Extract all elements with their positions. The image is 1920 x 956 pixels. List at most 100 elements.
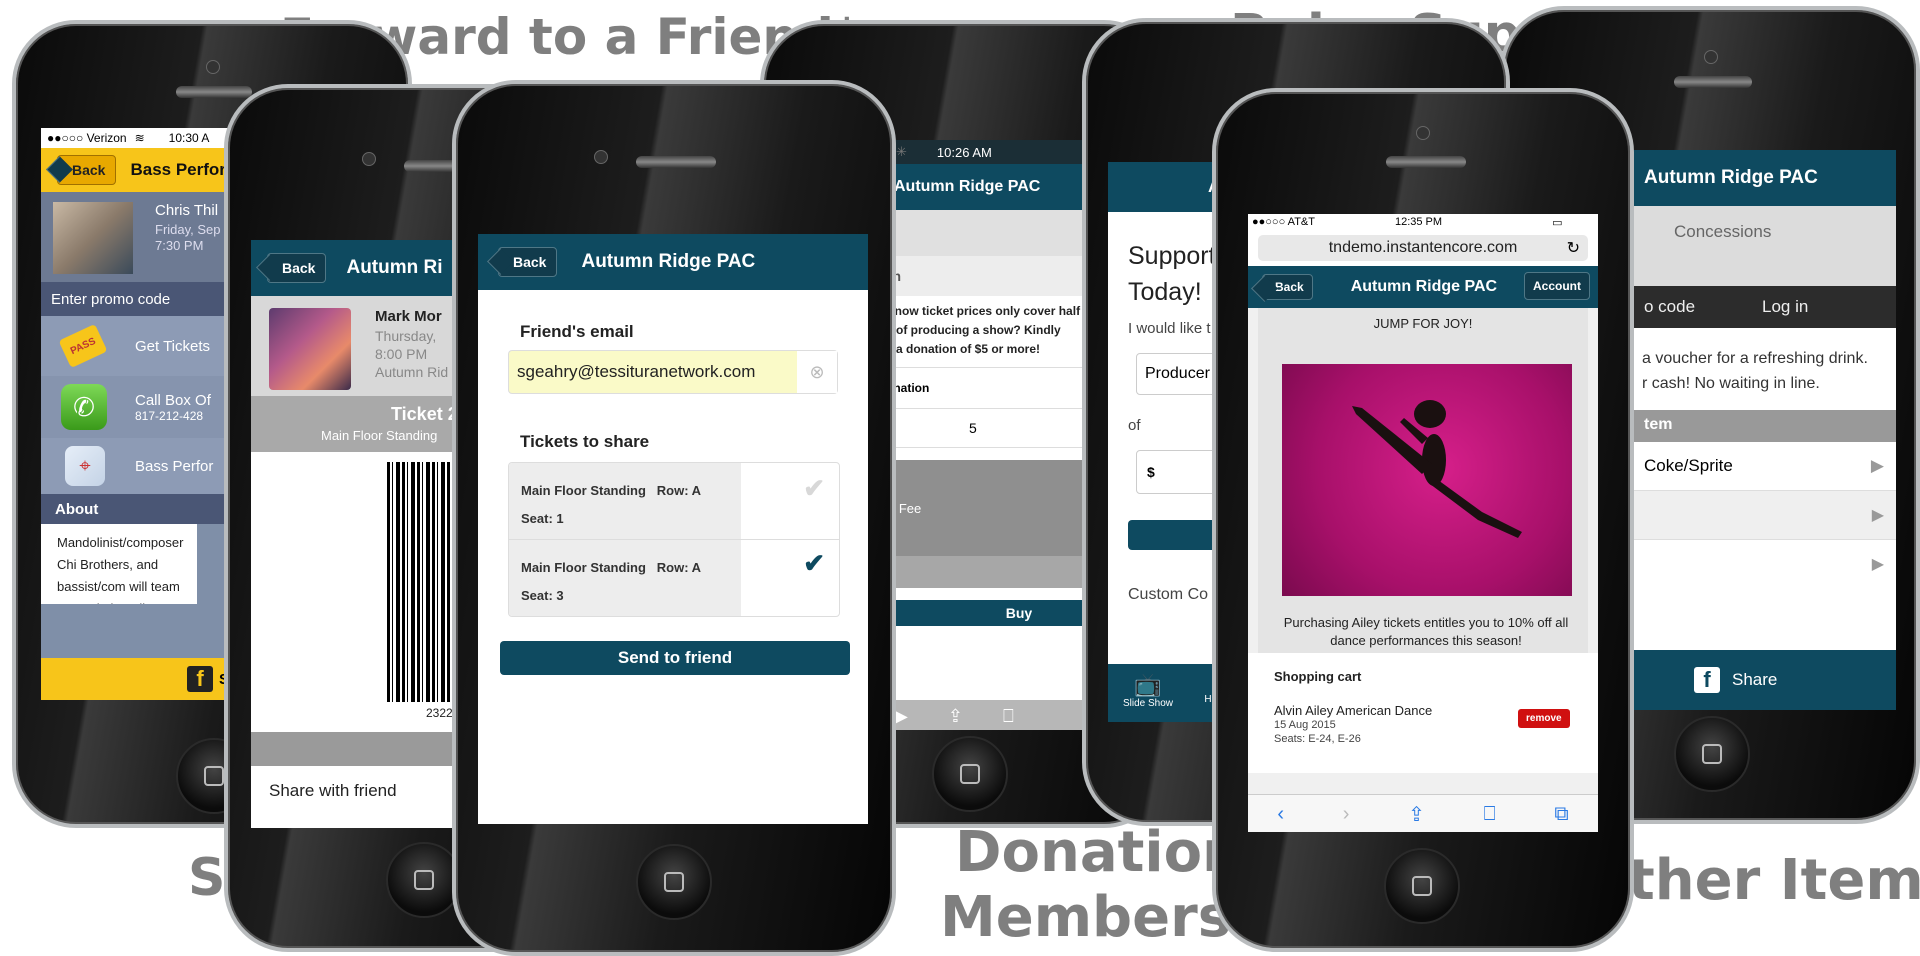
- email-label: Friend's email: [520, 322, 634, 341]
- event-venue: Autumn Rid: [375, 364, 449, 380]
- facebook-icon: f: [187, 666, 213, 692]
- event-name: Mark Mor: [375, 308, 442, 325]
- phone-forward-friend: Back Autumn Ridge PAC Friend's email sge…: [452, 80, 896, 956]
- email-value: sgeahry@tessituranetwork.com: [517, 362, 756, 381]
- tab-slide-show[interactable]: 📺 Slide Show: [1108, 664, 1188, 722]
- barcode-image: [387, 462, 459, 702]
- caption-other-items: ther Items: [1628, 848, 1920, 913]
- wifi-icon: ≋: [134, 131, 145, 145]
- event-name: Chris Thil: [155, 202, 219, 219]
- cart-item-seats: Seats: E-24, E-26: [1274, 733, 1361, 745]
- status-bar: ●●○○○ AT&T 12:35 PM ▭: [1248, 214, 1598, 230]
- ticket-pass-icon: PASS: [58, 323, 108, 369]
- promo-image: [1282, 364, 1572, 596]
- cart-screen: ●●○○○ AT&T 12:35 PM ▭ tndemo.instantenco…: [1248, 214, 1598, 832]
- tab-label: H: [1204, 694, 1212, 705]
- event-nav-title: Bass Perfor: [130, 160, 226, 179]
- barcode-number: 2322: [426, 706, 453, 720]
- ticket-row-line2: Seat: 3: [521, 588, 564, 603]
- tickets-label: Tickets to share: [520, 432, 650, 451]
- remove-button[interactable]: remove: [1518, 709, 1570, 728]
- promo-code-label: Enter promo code: [51, 290, 171, 308]
- event-thumbnail: [269, 308, 351, 390]
- ticket-subtitle: Main Floor Standing: [321, 428, 438, 443]
- menu-item-label: Bass Perfor: [135, 457, 214, 475]
- promo-card: JUMP FOR JOY! Purchasing Ailey tickets e…: [1258, 308, 1588, 653]
- ticket-row-line1: Main Floor Standing Row: A: [521, 483, 702, 498]
- about-header-label: About: [55, 500, 99, 518]
- event-date: Thursday,: [375, 328, 437, 344]
- back-button[interactable]: Back: [57, 155, 117, 185]
- share-with-friend-label: Share with friend: [269, 781, 397, 800]
- bookmarks-icon[interactable]: ⎕: [1484, 803, 1496, 826]
- share-icon[interactable]: ⇪: [948, 706, 963, 727]
- menu-item-label: Get Tickets: [135, 337, 211, 355]
- concessions-desc-line2: r cash! No waiting in line.: [1642, 375, 1820, 392]
- map-icon: ⌖: [65, 446, 105, 486]
- carrier-label: ●●○○○ AT&T: [1252, 216, 1315, 228]
- caption-s-fragment: S: [188, 848, 226, 908]
- account-button[interactable]: Account: [1524, 272, 1590, 300]
- dancer-figure: [1352, 400, 1522, 538]
- back-arrow-icon[interactable]: ‹: [1277, 803, 1284, 826]
- facebook-icon: f: [1694, 667, 1720, 693]
- forward-arrow-icon[interactable]: ▶: [894, 706, 908, 727]
- status-time: 10:26 AM: [936, 144, 992, 160]
- battery-icon: ▭: [1552, 216, 1563, 229]
- menu-item-label: Call Box Of: [135, 391, 211, 409]
- share-icon[interactable]: ⇪: [1408, 802, 1425, 827]
- browser-url-bar[interactable]: tndemo.instantencore.com ↻: [1248, 230, 1598, 266]
- concessions-desc-line1: a voucher for a refreshing drink.: [1642, 350, 1868, 367]
- chevron-right-icon: ▶: [1870, 456, 1884, 475]
- shopping-cart-section: Shopping cart Alvin Ailey American Dance…: [1248, 653, 1598, 773]
- url-text: tndemo.instantencore.com: [1328, 239, 1518, 256]
- loading-icon: ✳: [896, 144, 907, 159]
- ticket-title: Ticket 2: [391, 404, 458, 424]
- ticket-row[interactable]: Main Floor Standing Row: A Seat: 3 ✔: [509, 540, 839, 616]
- checkmark-icon: ✔: [803, 473, 825, 503]
- concessions-title: Autumn Ridge PAC: [1644, 167, 1818, 188]
- cart-header: Shopping cart: [1274, 669, 1362, 684]
- status-time: 10:30 A: [168, 131, 210, 145]
- event-thumbnail: [53, 202, 133, 274]
- forward-arrow-icon[interactable]: ›: [1343, 803, 1350, 826]
- event-time: 8:00 PM: [375, 346, 428, 362]
- friend-email-input[interactable]: sgeahry@tessituranetwork.com ⊗: [508, 350, 838, 394]
- donation-amount-value: 5: [969, 420, 977, 436]
- ticket-nav-title: Autumn Ri: [346, 257, 443, 278]
- carrier-label: ●●○○○ Verizon: [47, 131, 127, 145]
- ticket-row-line2: Seat: 1: [521, 511, 564, 526]
- forward-screen: Back Autumn Ridge PAC Friend's email sge…: [478, 234, 868, 824]
- forward-nav-title: Autumn Ridge PAC: [581, 251, 756, 272]
- status-time: 12:35 PM: [1394, 216, 1443, 228]
- forward-navbar: Back Autumn Ridge PAC: [478, 234, 868, 290]
- reload-icon[interactable]: ↻: [1567, 238, 1580, 258]
- back-button[interactable]: Back: [1262, 274, 1313, 300]
- cart-item-name: Alvin Ailey American Dance: [1274, 703, 1433, 718]
- ticket-list: Main Floor Standing Row: A Seat: 1 ✔ Mai…: [508, 462, 840, 617]
- event-date: Friday, Sep: [155, 222, 221, 237]
- chevron-right-icon: ▶: [1871, 507, 1884, 524]
- back-button[interactable]: Back: [267, 253, 327, 283]
- tabs-icon[interactable]: ⧉: [1554, 803, 1568, 826]
- clear-icon[interactable]: ⊗: [797, 351, 837, 393]
- cart-nav-title: Autumn Ridge PAC: [1350, 278, 1498, 295]
- phone-icon: ✆: [61, 384, 107, 430]
- phone-shopping-cart: ●●○○○ AT&T 12:35 PM ▭ tndemo.instantenco…: [1212, 88, 1634, 952]
- promo-text: Purchasing Ailey tickets entitles you to…: [1283, 615, 1569, 648]
- safari-toolbar: ‹ › ⇪ ⎕ ⧉: [1248, 794, 1598, 832]
- ticket-row[interactable]: Main Floor Standing Row: A Seat: 1 ✔: [509, 463, 839, 540]
- cart-item-date: 15 Aug 2015: [1274, 719, 1336, 731]
- send-to-friend-button[interactable]: Send to friend: [500, 641, 850, 675]
- bookmarks-icon[interactable]: ⎕: [1003, 706, 1014, 727]
- donation-nav-title: Autumn Ridge PAC: [894, 178, 1041, 195]
- share-label: Share: [1732, 670, 1778, 689]
- back-button[interactable]: Back: [498, 247, 558, 277]
- currency-symbol: $: [1147, 464, 1155, 480]
- login-link[interactable]: Log in: [1734, 297, 1808, 317]
- item-label: Coke/Sprite: [1644, 456, 1733, 475]
- item-header-label: tem: [1644, 416, 1673, 433]
- tab-label: Slide Show: [1122, 698, 1174, 709]
- concessions-label: Concessions: [1674, 222, 1772, 241]
- menu-item-sub: 817-212-428: [135, 408, 204, 423]
